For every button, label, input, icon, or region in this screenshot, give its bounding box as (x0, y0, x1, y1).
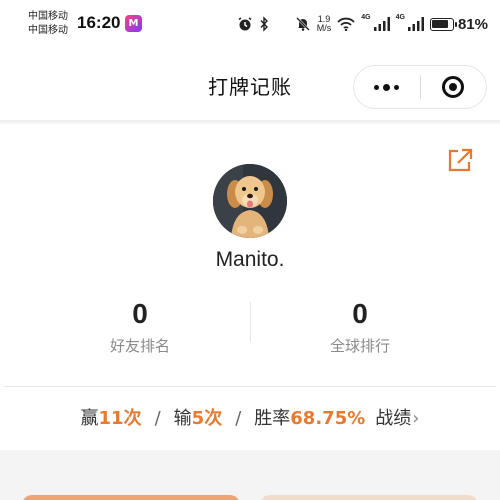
status-time: 16:20 (77, 13, 121, 32)
lose-label: 输 (173, 408, 192, 429)
lose-count: 5次 (191, 408, 223, 429)
battery-percent: 81% (457, 15, 488, 33)
share-button[interactable] (446, 146, 474, 174)
dog-avatar (213, 164, 287, 238)
mini-program-capsule (353, 65, 487, 109)
separator-2: / (235, 408, 242, 429)
stat-divider (250, 302, 251, 342)
win-rate-label: 胜率 (254, 408, 291, 429)
record-link[interactable]: 战绩 › (375, 404, 419, 430)
record-link-label: 战绩 (375, 408, 412, 429)
mute-icon (295, 16, 311, 32)
nav-bar: 打牌记账 (0, 48, 500, 122)
carrier-labels: 中国移动 中国移动 (28, 10, 68, 38)
section-gap (0, 450, 500, 500)
win-rate-value: 68.75% (290, 408, 366, 429)
carrier-1: 中国移动 (28, 11, 68, 22)
close-button[interactable] (421, 66, 487, 108)
network-type-2: 4G (395, 14, 405, 21)
friend-rank-label: 好友排名 (109, 337, 170, 355)
global-rank-value: 0 (352, 298, 368, 329)
avatar[interactable] (213, 164, 287, 238)
close-target-icon (442, 76, 465, 98)
network-speed: 1.9 M/s (317, 15, 332, 33)
chevron-right-icon: › (412, 408, 420, 429)
signal-icon (373, 17, 390, 31)
global-rank-stat[interactable]: 0 全球排行 (280, 297, 440, 356)
win-label: 赢 (80, 408, 99, 429)
alarm-icon (237, 16, 253, 32)
global-rank-label: 全球排行 (329, 337, 390, 355)
friend-rank-stat[interactable]: 0 好友排名 (60, 297, 220, 356)
secondary-action-button[interactable] (260, 495, 478, 500)
carrier-2: 中国移动 (28, 25, 68, 36)
battery-icon (429, 17, 457, 31)
share-icon (448, 148, 473, 172)
battery-indicator: 81% (429, 15, 488, 33)
network-type-1: 4G (361, 14, 371, 21)
primary-action-button[interactable] (22, 495, 240, 500)
bluetooth-icon (259, 16, 269, 32)
speed-unit: M/s (316, 23, 332, 33)
username: Manito. (215, 248, 285, 271)
profile-card: Manito. 0 好友排名 0 全球排行 赢 11次 / 输 5次 / 胜率 … (0, 124, 500, 450)
more-button[interactable] (354, 66, 420, 108)
more-dots-icon (374, 83, 400, 91)
battery-fill (432, 20, 448, 28)
wifi-icon (337, 17, 355, 31)
friend-rank-value: 0 (132, 298, 148, 329)
win-count: 11次 (98, 408, 142, 429)
status-bar: 中国移动 中国移动 16:20 M 1.9 M/s 4G 4G 81% (0, 0, 500, 48)
signal-icon-2 (407, 17, 424, 31)
record-summary: 赢 11次 / 输 5次 / 胜率 68.75% 战绩 › (0, 404, 500, 430)
status-icons: 1.9 M/s 4G 4G 81% (237, 12, 488, 36)
card-divider (4, 386, 496, 387)
app-notification-icon: M (125, 15, 142, 32)
separator-1: / (154, 408, 161, 429)
